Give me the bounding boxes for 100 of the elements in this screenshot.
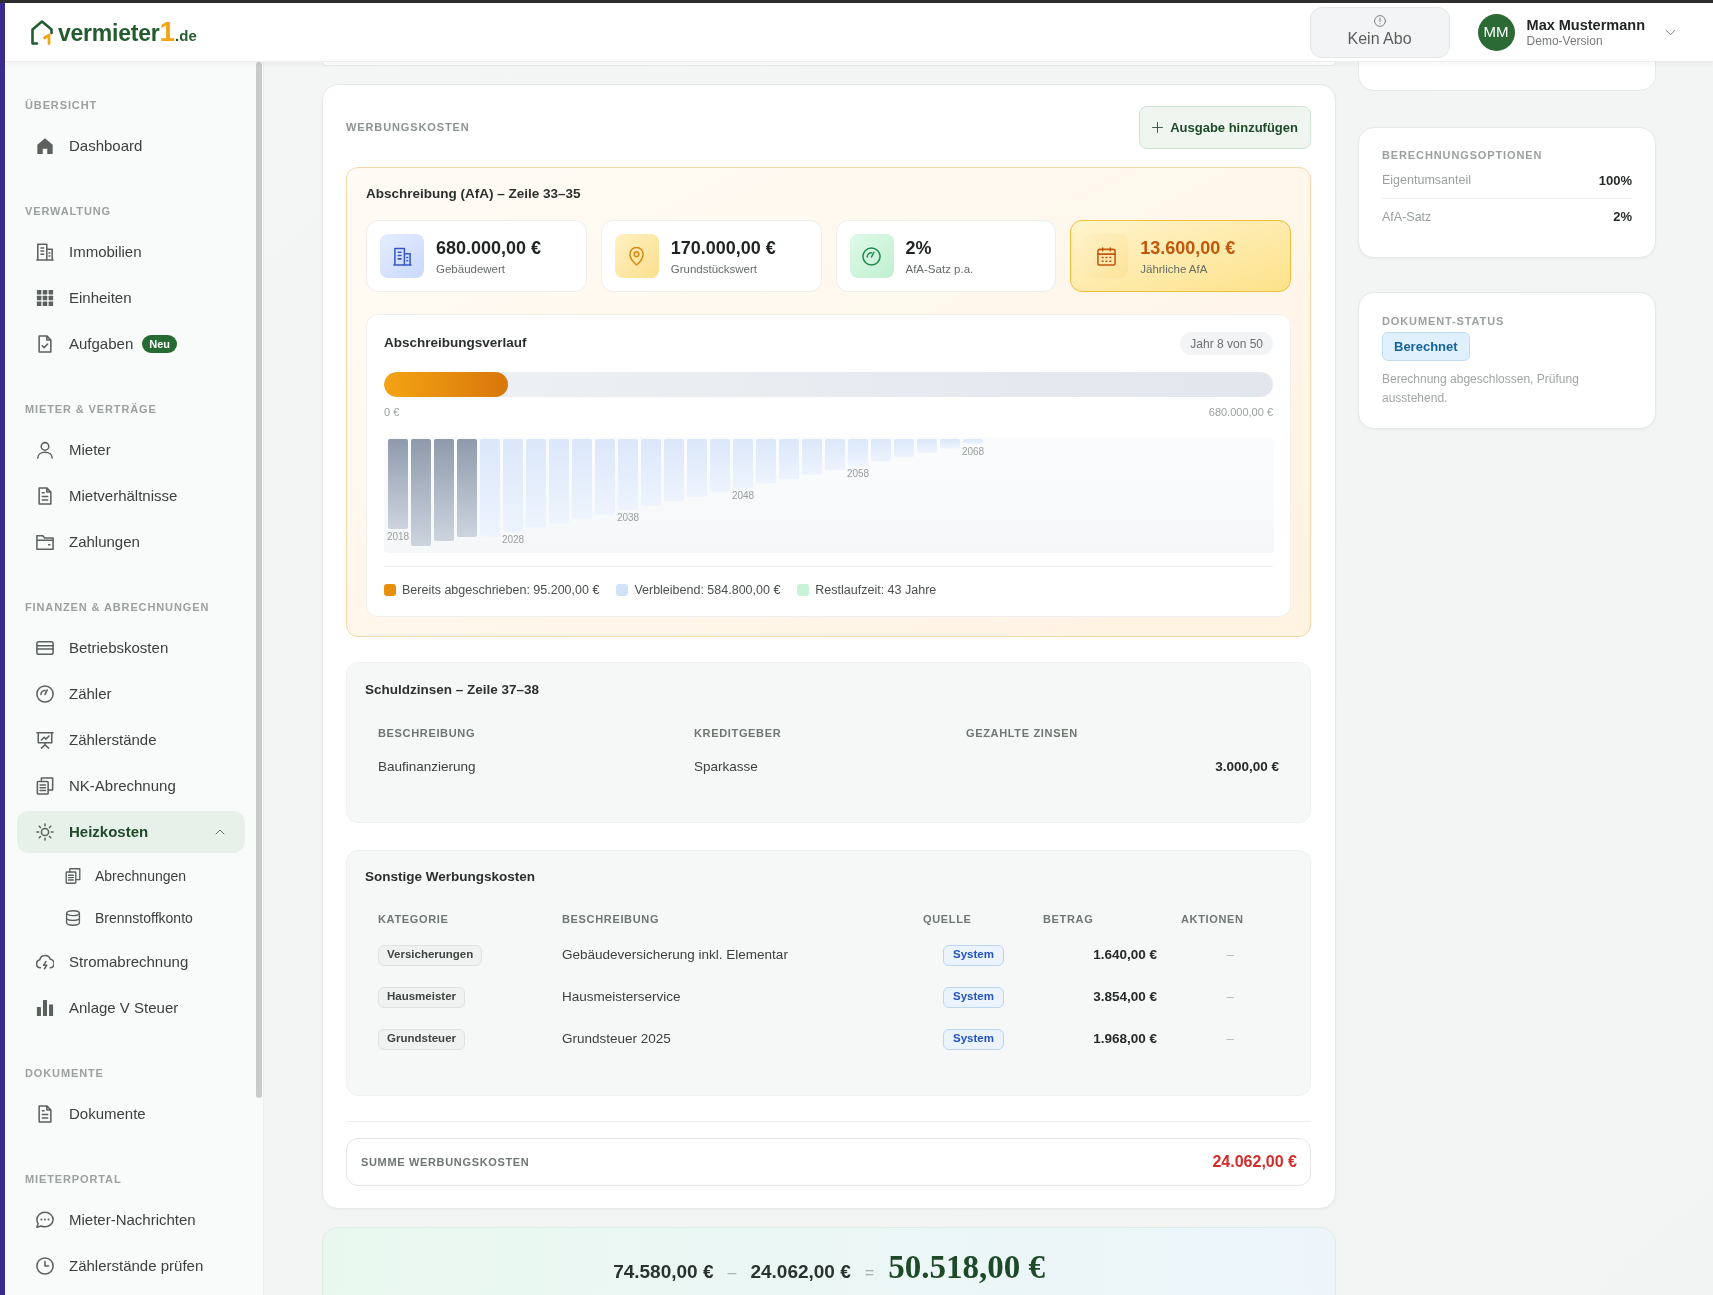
- source-tag: System: [943, 986, 1004, 1008]
- status-note: Berechnung abgeschlossen, Prüfung ausstehend.: [1382, 371, 1580, 407]
- option-label: Eigentumsanteil: [1382, 172, 1471, 190]
- gauge-icon: [849, 234, 894, 278]
- source-tag: System: [943, 944, 1004, 966]
- sidebar-item[interactable]: Stromabrechnung: [17, 941, 245, 983]
- sidebar-item[interactable]: Dokumente: [17, 1093, 245, 1135]
- column-header: GEZAHLTE ZINSEN: [966, 725, 1078, 741]
- sidebar-item[interactable]: Betriebskosten: [17, 627, 245, 669]
- year-label: 2018: [386, 531, 410, 543]
- stat-label: Jährliche AfA: [1140, 261, 1209, 276]
- sidebar-subitem[interactable]: Brennstoffkonto: [17, 899, 245, 937]
- stat-label: Grundstückswert: [670, 261, 759, 276]
- table-cell-text: Sparkasse: [694, 758, 758, 777]
- sum-value: 24.062,00 €: [1212, 1152, 1297, 1172]
- sidebar-item[interactable]: Zähler: [17, 673, 245, 715]
- stat-label: AfA-Satz p.a.: [905, 261, 974, 276]
- table-cell-text: Gebäudeversicherung inkl. Elementar: [562, 945, 788, 964]
- status-badge: Berechnet: [1382, 332, 1470, 361]
- sidebar-subitem[interactable]: Abrechnungen: [17, 857, 245, 895]
- result-income: 74.580,00 €: [613, 1260, 714, 1284]
- source-tag: System: [943, 1028, 1004, 1050]
- user-icon: [36, 441, 54, 459]
- chevron-up-icon[interactable]: [215, 827, 225, 837]
- table-cell-text: Hausmeisterservice: [562, 987, 681, 1006]
- chat-icon: [36, 1211, 54, 1229]
- building-icon: [36, 243, 54, 261]
- add-expense-button[interactable]: Ausgabe hinzufügen: [1139, 106, 1311, 149]
- sidebar-item[interactable]: Mieter-Nachrichten: [17, 1199, 245, 1241]
- home-icon: [36, 137, 54, 155]
- year-label: 2048: [731, 490, 755, 502]
- sidebar-item[interactable]: Zahlungen: [17, 521, 245, 563]
- cloud-lightning-icon: [36, 953, 54, 971]
- option-value: 2%: [1613, 208, 1632, 227]
- sum-label: SUMME WERBUNGSKOSTEN: [361, 1154, 530, 1170]
- sidebar-item[interactable]: Zählerstände: [17, 719, 245, 761]
- clock-icon: [36, 1257, 54, 1275]
- plus-icon: [1152, 122, 1164, 133]
- column-header: AKTIONEN: [1181, 911, 1244, 927]
- column-header: BESCHREIBUNG: [378, 725, 476, 741]
- sidebar-item[interactable]: Zählerstände prüfen: [17, 1245, 245, 1287]
- documents-icon: [65, 868, 81, 884]
- card-title: BERECHNUNGSOPTIONEN: [1382, 148, 1544, 163]
- section-label: FINANZEN & ABRECHNUNGEN: [25, 600, 211, 615]
- legend-label: Bereits abgeschrieben: 95.200,00 €: [402, 581, 600, 599]
- avatar[interactable]: MM: [1477, 13, 1515, 51]
- documents-icon: [36, 777, 54, 795]
- option-label: AfA-Satz: [1382, 208, 1432, 226]
- progress-max-label: 680.000,00 €: [1208, 404, 1273, 420]
- section-heading: Sonstige Werbungskosten: [365, 868, 537, 886]
- section-label: ÜBERSICHT: [25, 98, 99, 113]
- table-cell-text: Baufinanzierung: [378, 758, 476, 777]
- table-cell-text: –: [1226, 1030, 1234, 1049]
- sidebar-item[interactable]: Mieter: [17, 429, 245, 471]
- sidebar-item[interactable]: Aufgaben Neu: [17, 323, 245, 365]
- sidebar-item[interactable]: Heizkosten: [17, 811, 245, 853]
- result-operator: –: [727, 1263, 737, 1283]
- section-heading: Abschreibung (AfA) – Zeile 33–35: [366, 185, 582, 203]
- building-icon: [380, 234, 424, 278]
- column-header: BETRAG: [1043, 911, 1094, 927]
- stat-label: Gebäudewert: [436, 261, 507, 276]
- scrollbar-thumb[interactable]: [256, 62, 262, 1098]
- legend-label: Restlaufzeit: 43 Jahre: [815, 581, 937, 599]
- table-cell-text: –: [1226, 946, 1234, 965]
- category-tag: Hausmeister: [378, 986, 466, 1008]
- user-role: Demo-Version: [1526, 33, 1604, 49]
- result-total: 50.518,00 €: [888, 1248, 1045, 1286]
- credit-card-icon: [36, 639, 54, 657]
- section-label: VERWALTUNG: [25, 204, 112, 219]
- gauge-icon: [36, 685, 54, 703]
- stat-value: 13.600,00 €: [1140, 236, 1236, 259]
- sidebar-item[interactable]: NK-Abrechnung: [17, 765, 245, 807]
- column-header: BESCHREIBUNG: [562, 911, 660, 927]
- table-cell-text: 3.854,00 €: [1093, 987, 1157, 1006]
- plan-status-button[interactable]: Kein Abo: [1309, 6, 1450, 58]
- year-label: 2038: [616, 512, 640, 524]
- sidebar-item[interactable]: Immobilien: [17, 231, 245, 273]
- sidebar-item[interactable]: Dashboard: [17, 125, 245, 167]
- new-badge: Neu: [142, 335, 177, 353]
- category-tag: Versicherungen: [378, 944, 483, 966]
- result-costs: 24.062,00 €: [750, 1260, 851, 1284]
- section-label: DOKUMENTE: [25, 1066, 105, 1081]
- exclamation-circle-icon: [1373, 15, 1386, 27]
- sidebar-item[interactable]: Anlage V Steuer: [17, 987, 245, 1029]
- year-label: 2058: [846, 468, 870, 480]
- presentation-chart-icon: [36, 731, 54, 749]
- chart-title: Abschreibungsverlauf: [384, 334, 527, 353]
- document-icon: [36, 1105, 54, 1123]
- stat-value: 680.000,00 €: [436, 236, 542, 259]
- logo-text[interactable]: vermieter1.de: [58, 18, 197, 46]
- map-pin-icon: [614, 234, 659, 278]
- column-header: KREDITGEBER: [694, 725, 782, 741]
- stat-value: 2%: [905, 236, 933, 259]
- column-header: QUELLE: [923, 911, 972, 927]
- legend-label: Verbleibend: 584.800,00 €: [634, 581, 781, 599]
- sun-icon: [36, 823, 54, 841]
- year-label: 2068: [961, 446, 985, 458]
- section-label: MIETER & VERTRÄGE: [25, 402, 158, 417]
- sidebar-item[interactable]: Mietverhältnisse: [17, 475, 245, 517]
- sidebar-item[interactable]: Einheiten: [17, 277, 245, 319]
